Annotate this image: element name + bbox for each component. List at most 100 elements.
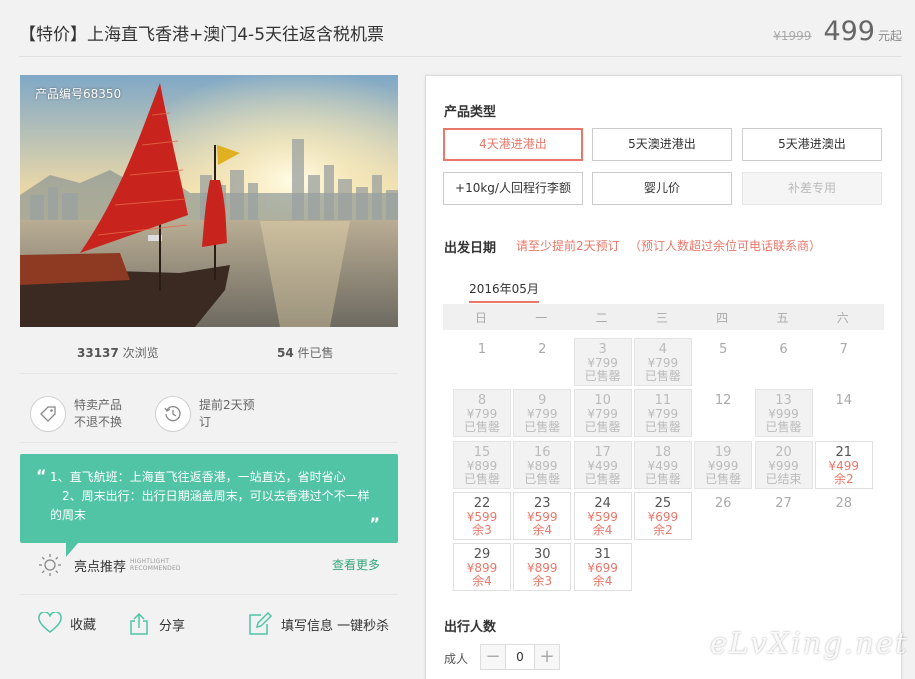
day-number: 24 [594,495,611,511]
day-number: 1 [477,342,487,357]
day-number: 22 [473,495,491,511]
day-status: 余4 [592,522,613,537]
month-tab[interactable]: 2016年05月 [469,280,539,303]
day-status: 已售罄 [584,420,621,435]
day-number: 5 [719,342,728,357]
price-unit: 元起 [877,29,902,43]
calendar-day[interactable]: 30 ¥899 余3 [513,543,572,592]
day-number: 4 [658,342,668,357]
fill-info-label: 填写信息 一键秒杀 [281,618,390,634]
title-divider [19,56,902,57]
day-number: 31 [594,547,611,563]
fill-info-button[interactable]: 填写信息 一键秒杀 [247,612,389,636]
product-photo[interactable]: 产品编号68350 [20,75,398,327]
product-type-option[interactable]: 婴儿价 [592,172,732,205]
weekday-label: 日 [474,311,487,325]
day-status: 已售罄 [644,420,681,435]
calendar-day: 18 ¥499 已售罄 [633,440,692,489]
adult-label: 成人 [444,652,469,666]
share-button[interactable]: 分享 [127,612,185,636]
day-price: ¥999 [768,458,799,473]
day-status: 已售罄 [644,471,681,486]
feature-line: 订 [199,415,212,429]
decrement-button[interactable]: − [480,644,506,670]
views-label: 次浏览 [122,346,159,360]
calendar-day: 28 [815,492,873,540]
day-number: 9 [538,393,547,409]
calendar-day: 12 [694,389,752,437]
divider [20,373,398,374]
product-type-option[interactable]: 5天澳进港出 [592,128,732,161]
day-number: 16 [534,444,551,460]
day-status: 已售罄 [644,369,681,383]
sold-stat: 54 件已售 [277,344,334,361]
calendar-day[interactable]: 24 ¥599 余4 [573,491,632,540]
calendar-day: 19 ¥999 已售罄 [694,440,753,489]
calendar-day[interactable]: 25 ¥699 余2 [633,491,692,540]
calendar-day: 8 ¥799 已售罄 [453,389,511,438]
day-number: 17 [594,444,611,460]
product-code: 产品编号68350 [35,87,122,101]
calendar-day[interactable]: 22 ¥599 余3 [453,491,511,540]
day-number: 14 [835,393,853,409]
day-status: 余4 [532,522,553,537]
calendar-day: 3 ¥799 已售罄 [573,338,632,386]
product-type-option[interactable]: 4天港进港出 [443,128,583,161]
calendar-day[interactable]: 31 ¥699 余4 [573,543,632,592]
day-number: 15 [473,444,491,460]
day-price: ¥899 [466,458,498,473]
day-status: 余4 [472,574,492,589]
calendar-day: 6 [755,338,813,386]
share-icon [130,612,148,635]
adult-count[interactable]: 0 [506,644,534,670]
weekday-label: 一 [535,311,548,325]
feature-line: 不退不换 [74,415,123,429]
divider [20,442,398,443]
calendar-day: 26 [694,492,752,540]
recommend-english: HIGHTLIGHT RECOMMENDED [130,558,181,572]
calendar-day[interactable]: 21 ¥499 余2 [814,440,873,489]
day-status: 已结束 [765,471,802,486]
day-number: 18 [654,444,672,460]
product-type-option: 补差专用 [742,172,882,205]
day-number: 20 [775,444,792,460]
increment-button[interactable]: + [534,644,560,670]
day-number: 2 [538,342,547,357]
product-type-option[interactable]: 5天港进澳出 [742,128,882,161]
calendar-day: 2 [513,338,571,386]
day-price: ¥599 [527,509,558,524]
product-type-option[interactable]: +10kg/人回程行李额 [443,172,583,205]
day-status: 余3 [472,522,492,537]
divider [20,594,398,595]
favorite-button[interactable]: 收藏 [38,612,96,634]
weekday-label: 五 [776,311,789,325]
day-status: 已售罄 [705,471,742,486]
calendar-day: 20 ¥999 已结束 [754,440,813,489]
heart-icon [38,612,62,633]
calendar-day: 16 ¥899 已售罄 [513,440,572,489]
calendar-day: 10 ¥799 已售罄 [573,389,632,438]
calendar-day: 4 ¥799 已售罄 [633,338,692,386]
day-number: 11 [654,393,672,409]
day-number: 28 [835,495,853,511]
price-box: ¥1999 499 元起 [773,16,902,47]
sold-count: 54 [277,346,294,360]
day-number: 27 [775,495,792,511]
day-price: ¥899 [527,458,558,473]
day-price: ¥699 [647,509,679,524]
day-price: ¥499 [647,458,679,473]
day-price: ¥599 [466,509,498,524]
weekday-label: 六 [836,311,849,325]
sun-icon [39,554,61,576]
day-status: 已售罄 [524,471,561,486]
watermark: eLvXing.net [710,626,909,660]
day-number: 8 [477,393,487,409]
close-quote: ” [369,514,380,533]
day-status: 已售罄 [524,420,561,435]
calendar-day[interactable]: 29 ¥899 余4 [453,543,511,592]
see-more-link[interactable]: 查看更多 [332,556,380,573]
junk-boat-image [20,75,398,327]
calendar-day: 7 [815,338,873,386]
day-number: 23 [534,495,551,511]
calendar-day[interactable]: 23 ¥599 余4 [513,491,572,540]
